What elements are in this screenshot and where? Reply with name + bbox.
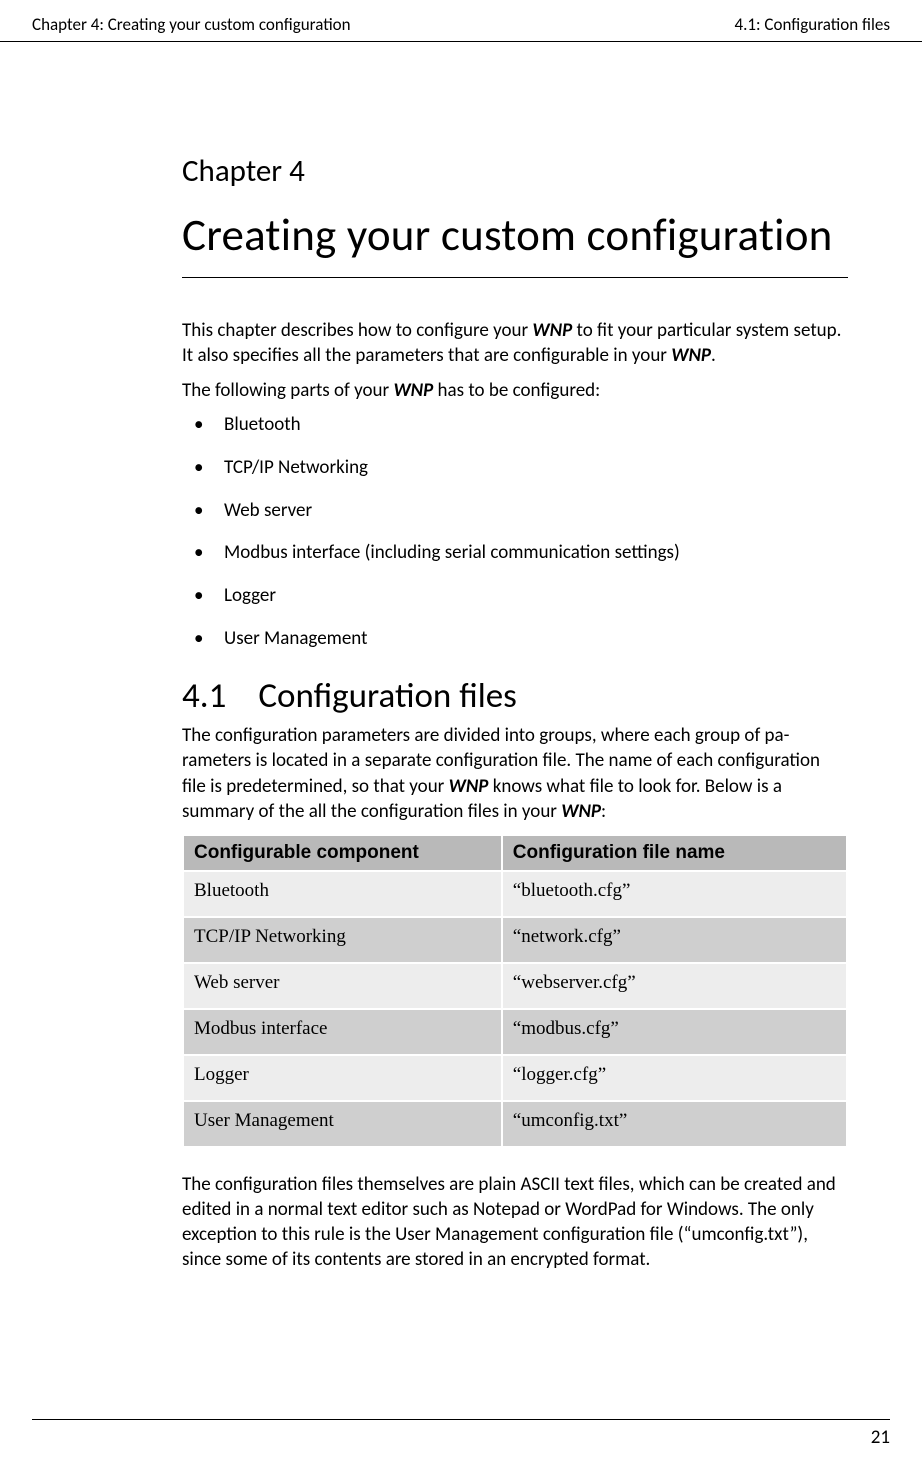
table-row: Web server “webserver.cfg” (184, 964, 846, 1008)
table-cell-filename: “logger.cfg” (503, 1056, 846, 1100)
section-heading: 4.1 Configuration files (182, 675, 848, 717)
table-cell-component: Logger (184, 1056, 501, 1100)
wnp-term: WNP (561, 800, 601, 823)
wnp-term: WNP (671, 344, 711, 367)
table-cell-component: TCP/IP Networking (184, 918, 501, 962)
section-title: Configuration files (258, 675, 517, 717)
page-number: 21 (871, 1426, 890, 1449)
table-header-component: Configurable component (184, 836, 501, 870)
list-item: Web server (182, 499, 848, 524)
table-cell-component: Web server (184, 964, 501, 1008)
table-row: User Management “umconfig.txt” (184, 1102, 846, 1146)
table-row: Bluetooth “bluetooth.cfg” (184, 872, 846, 916)
table-cell-filename: “webserver.cfg” (503, 964, 846, 1008)
list-item: Logger (182, 584, 848, 609)
table-row: Modbus interface “modbus.cfg” (184, 1010, 846, 1054)
header-right: 4.1: Configuration files (735, 14, 891, 35)
intro-paragraph-1: This chapter describes how to configure … (182, 318, 848, 368)
page-footer: 21 (32, 1419, 890, 1449)
table-cell-filename: “umconfig.txt” (503, 1102, 846, 1146)
table-header-filename: Configuration file name (503, 836, 846, 870)
config-parts-list: Bluetooth TCP/IP Networking Web server M… (182, 413, 848, 651)
list-item: Modbus interface (including serial commu… (182, 541, 848, 566)
text-run: The following parts of your (182, 379, 393, 402)
table-row: TCP/IP Networking “network.cfg” (184, 918, 846, 962)
wnp-term: WNP (532, 319, 572, 342)
intro-paragraph-2: The following parts of your WNP has to b… (182, 378, 848, 403)
config-files-table: Configurable component Configuration fil… (182, 834, 848, 1148)
header-left: Chapter 4: Creating your custom configur… (32, 14, 351, 35)
table-row: Logger “logger.cfg” (184, 1056, 846, 1100)
text-run: : (601, 800, 606, 823)
wnp-term: WNP (449, 775, 489, 798)
table-header-row: Configurable component Configuration fil… (184, 836, 846, 870)
section-paragraph: The configuration parameters are divided… (182, 723, 848, 823)
wnp-term: WNP (393, 379, 433, 402)
list-item: TCP/IP Networking (182, 456, 848, 481)
list-item: User Management (182, 627, 848, 652)
text-run: This chapter describes how to configure … (182, 319, 532, 342)
text-run: . (711, 344, 716, 367)
page-content: Chapter 4 Creating your custom configura… (0, 152, 922, 1272)
table-cell-component: Modbus interface (184, 1010, 501, 1054)
text-run: has to be configured: (433, 379, 600, 402)
running-header: Chapter 4: Creating your custom configur… (0, 0, 922, 42)
table-cell-component: User Management (184, 1102, 501, 1146)
chapter-title: Creating your custom configuration (182, 208, 848, 278)
table-cell-filename: “network.cfg” (503, 918, 846, 962)
closing-paragraph: The configuration files themselves are p… (182, 1172, 848, 1272)
table-cell-filename: “bluetooth.cfg” (503, 872, 846, 916)
chapter-label: Chapter 4 (182, 152, 848, 190)
table-cell-filename: “modbus.cfg” (503, 1010, 846, 1054)
section-number: 4.1 (182, 675, 226, 717)
list-item: Bluetooth (182, 413, 848, 438)
table-cell-component: Bluetooth (184, 872, 501, 916)
